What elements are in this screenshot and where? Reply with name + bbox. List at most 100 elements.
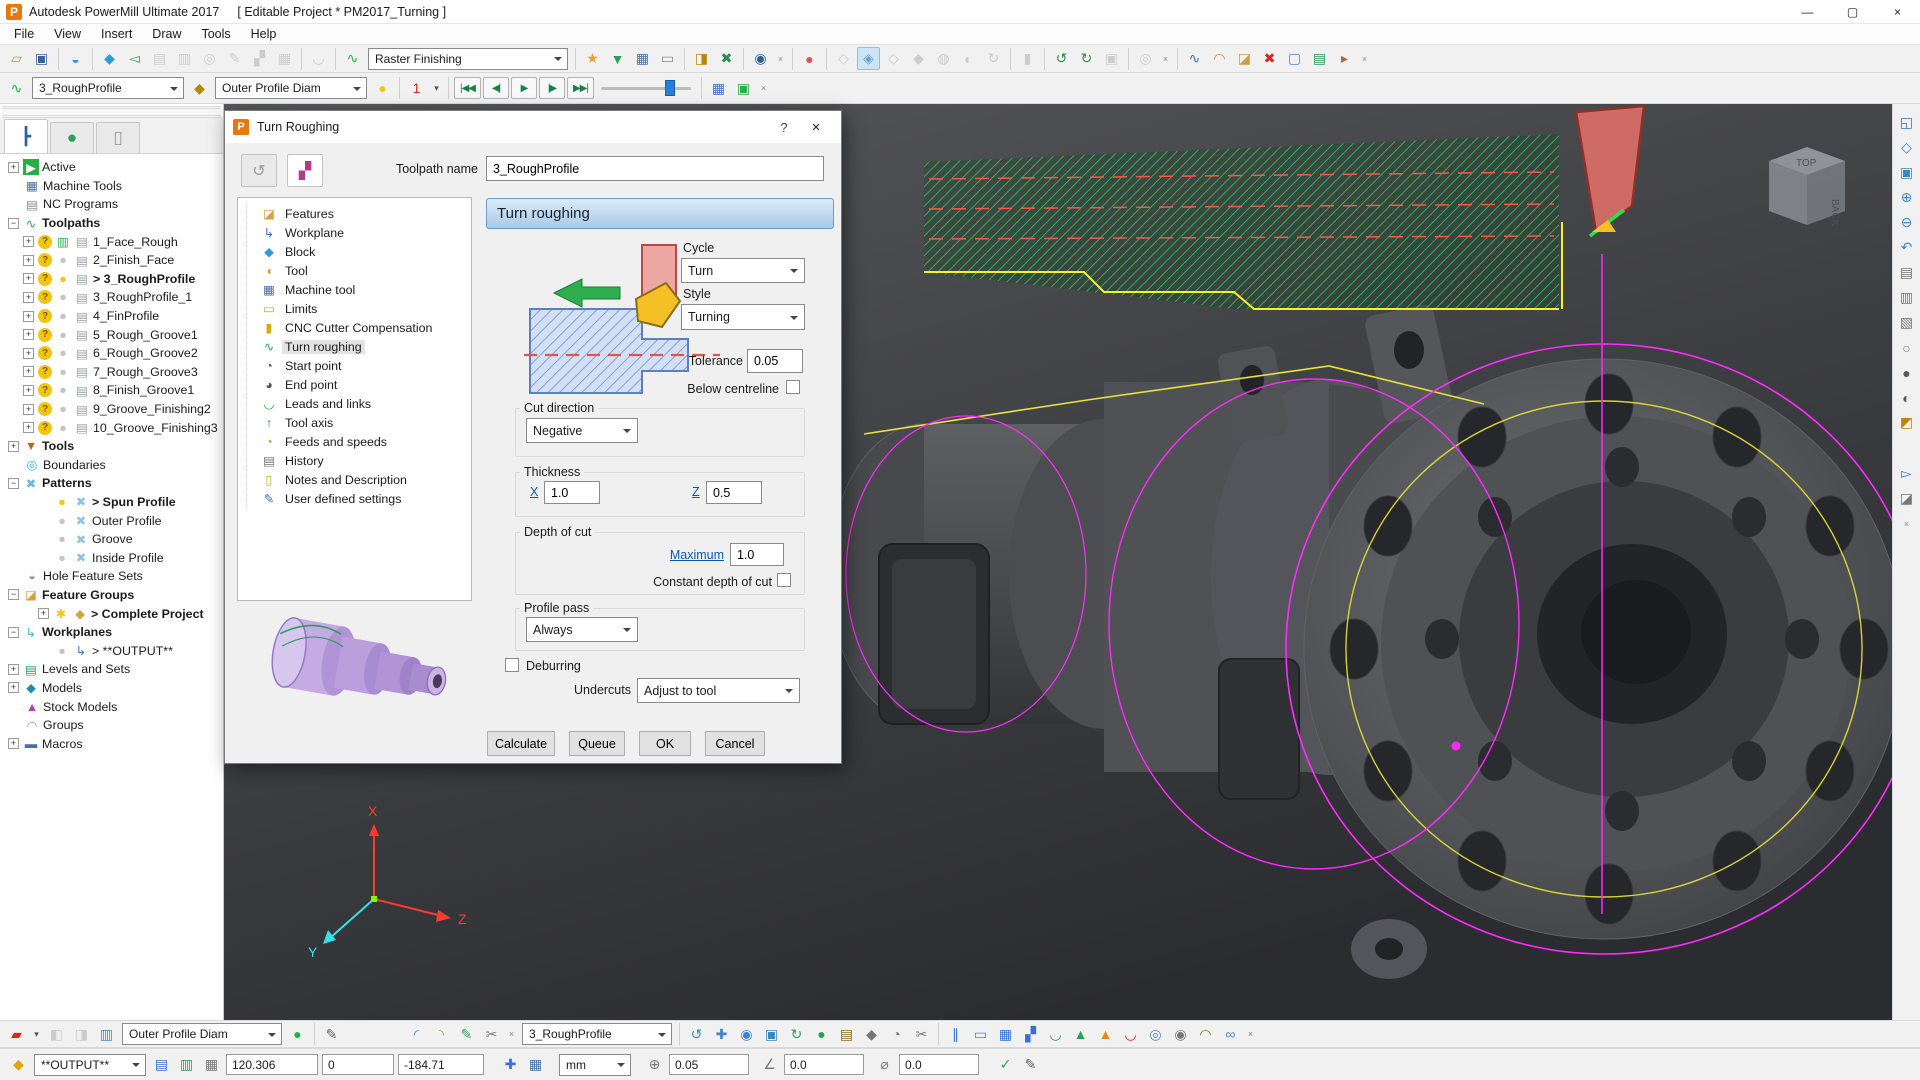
block-view-icon[interactable]: ◆ [860,1023,883,1046]
dialog-tree-feeds-and-speeds[interactable]: ◔Feeds and speeds [246,432,471,451]
tree-item-tools[interactable]: +▼Tools [2,437,223,456]
sim-speed-slider-handle[interactable] [665,80,675,96]
toolbar-grip[interactable] [2,106,221,118]
right-toolbar-close-icon[interactable]: × [1900,512,1913,535]
calculator-status-icon[interactable]: ▦ [524,1053,547,1076]
create-tool-icon[interactable]: ◅ [123,47,146,70]
viewport-resize-icon[interactable]: ◱ [1895,111,1918,134]
tree-expander-icon[interactable]: + [23,311,34,322]
diameter-field[interactable]: 0.0 [899,1054,979,1075]
tree-expander-icon[interactable]: + [23,255,34,266]
dialog-tree-start-point[interactable]: ◔Start point [246,356,471,375]
tree-expander-icon[interactable]: + [23,273,34,284]
refresh-view-icon[interactable]: ↻ [785,1023,808,1046]
menu-insert[interactable]: Insert [91,25,142,43]
dialog-close-button[interactable]: × [799,119,833,136]
toolpath-strategies-icon[interactable]: ▤ [148,47,171,70]
menu-view[interactable]: View [44,25,91,43]
material-side-icon[interactable]: ◨ [70,1023,93,1046]
grid-snap-icon[interactable]: ▦ [994,1023,1017,1046]
paste-coords-icon[interactable]: ▥ [175,1053,198,1076]
bottom-toolbar-close-icon[interactable]: × [1244,1023,1257,1046]
toolpath-name-input[interactable] [486,156,824,181]
leads-close-icon[interactable]: × [505,1023,518,1046]
wireframe-view-icon[interactable]: ○ [1895,336,1918,359]
tree-item-output-workplane[interactable]: ●↳> **OUTPUT** [2,641,223,660]
thickness-x-link[interactable]: X [530,485,538,499]
recycle-bin-icon[interactable]: ◒ [64,47,87,70]
tree-expander-icon[interactable]: + [23,385,34,396]
constant-depth-checkbox[interactable] [777,573,791,587]
thickness-x-input[interactable] [544,481,600,504]
tree-item-toolpath[interactable]: +?●▤6_Rough_Groove2 [2,344,223,363]
queue-button[interactable]: Queue [569,731,625,756]
tree-item-toolpath[interactable]: +?●▤4_FinProfile [2,307,223,326]
tree-item-pattern[interactable]: ●✖Outer Profile [2,511,223,530]
tree-item-models[interactable]: +◆Models [2,679,223,698]
tool-combo[interactable]: Outer Profile Diam [215,77,367,99]
lead-out-icon[interactable]: ◝ [430,1023,453,1046]
min-max-shade-icon[interactable]: ◩ [1895,411,1918,434]
tree-item-boundaries[interactable]: ◎Boundaries [2,456,223,475]
view-iso-icon[interactable]: ◇ [1895,136,1918,159]
explorer-tree-tab[interactable]: ┣ [4,119,48,153]
menu-help[interactable]: Help [241,25,287,43]
sim-step-back-button[interactable]: ◀| [483,77,509,99]
sim-exit-icon[interactable]: ▣ [732,77,755,100]
dialog-tree-end-point[interactable]: ◕End point [246,375,471,394]
zoom-in-icon[interactable]: ⊕ [1895,186,1918,209]
diameter-status-icon[interactable]: ⌀ [873,1053,896,1076]
dialog-tree-limits[interactable]: ▭Limits [246,299,471,318]
curve-editor-icon[interactable]: ∿ [1183,47,1206,70]
z-coordinate-field[interactable]: -184.71 [398,1054,484,1075]
tree-item-feature-groups[interactable]: −◪Feature Groups [2,586,223,605]
boundary-create-icon[interactable]: ◎ [198,47,221,70]
block-contract-icon[interactable]: ◆ [907,47,930,70]
block-rotate-icon[interactable]: ↻ [982,47,1005,70]
arc-snap-icon[interactable]: ◠ [1194,1023,1217,1046]
stock-model-ball-icon[interactable]: ● [286,1023,309,1046]
maximum-depth-input[interactable] [730,543,784,566]
pattern-entity-icon[interactable]: ▥ [95,1023,118,1046]
bottom-toolpath-combo[interactable]: 3_RoughProfile [522,1023,672,1045]
dialog-titlebar[interactable]: P Turn Roughing ? × [225,111,841,143]
tree-item-machine-tools[interactable]: ▦Machine Tools [2,177,223,196]
whole-select-icon[interactable]: ◪ [1895,487,1918,510]
calculate-button[interactable]: Calculate [487,731,555,756]
maximum-link[interactable]: Maximum [616,548,724,562]
undercuts-select[interactable]: Adjust to tool [637,678,800,703]
curve-box-icon[interactable]: ▢ [1283,47,1306,70]
cancel-button[interactable]: Cancel [705,731,765,756]
calculate-toolpath-icon[interactable]: ★ [581,47,604,70]
macro-close-icon[interactable]: × [1159,47,1172,70]
tree-expander-icon[interactable]: + [23,292,34,303]
block-cylinder-icon[interactable]: ◍ [932,47,955,70]
tree-item-patterns[interactable]: −✖Patterns [2,474,223,493]
tree-item-pattern[interactable]: ●✖Groove [2,530,223,549]
curve-eraser-icon[interactable]: ◪ [1233,47,1256,70]
nc-program-icon[interactable]: ▦ [273,47,296,70]
tree-expander-icon[interactable]: + [23,236,34,247]
reuse-toolpath-button[interactable]: ▞ [287,154,323,187]
tree-expander-icon[interactable]: − [8,589,19,600]
deburring-checkbox[interactable] [505,658,519,672]
zoom-out-icon[interactable]: ⊖ [1895,211,1918,234]
menu-draw[interactable]: Draw [142,25,191,43]
tree-item-toolpath[interactable]: +?●▤3_RoughProfile_1 [2,288,223,307]
tree-expander-icon[interactable]: + [23,404,34,415]
active-toolpath-icon[interactable]: ∿ [5,77,28,100]
tree-item-pattern[interactable]: ●✖Inside Profile [2,548,223,567]
copy-coords-icon[interactable]: ▤ [150,1053,173,1076]
tree-item-levels-and-sets[interactable]: +▤Levels and Sets [2,660,223,679]
tangent-snap-icon[interactable]: ◡ [1044,1023,1067,1046]
x-coordinate-field[interactable]: 120.306 [226,1054,318,1075]
tolerance-field[interactable]: 0.05 [669,1054,749,1075]
copy-toolpath-button[interactable]: ↺ [241,154,277,187]
thickness-z-link[interactable]: Z [692,485,700,499]
tree-expander-icon[interactable]: + [23,348,34,359]
trim-toolpath-icon[interactable]: ✂ [480,1023,503,1046]
undercut-machining-icon[interactable]: ◡ [307,47,330,70]
tree-item-workplanes[interactable]: −↳Workplanes [2,623,223,642]
dialog-tree-machine-tool[interactable]: ▦Machine tool [246,280,471,299]
tree-expander-icon[interactable]: + [23,329,34,340]
